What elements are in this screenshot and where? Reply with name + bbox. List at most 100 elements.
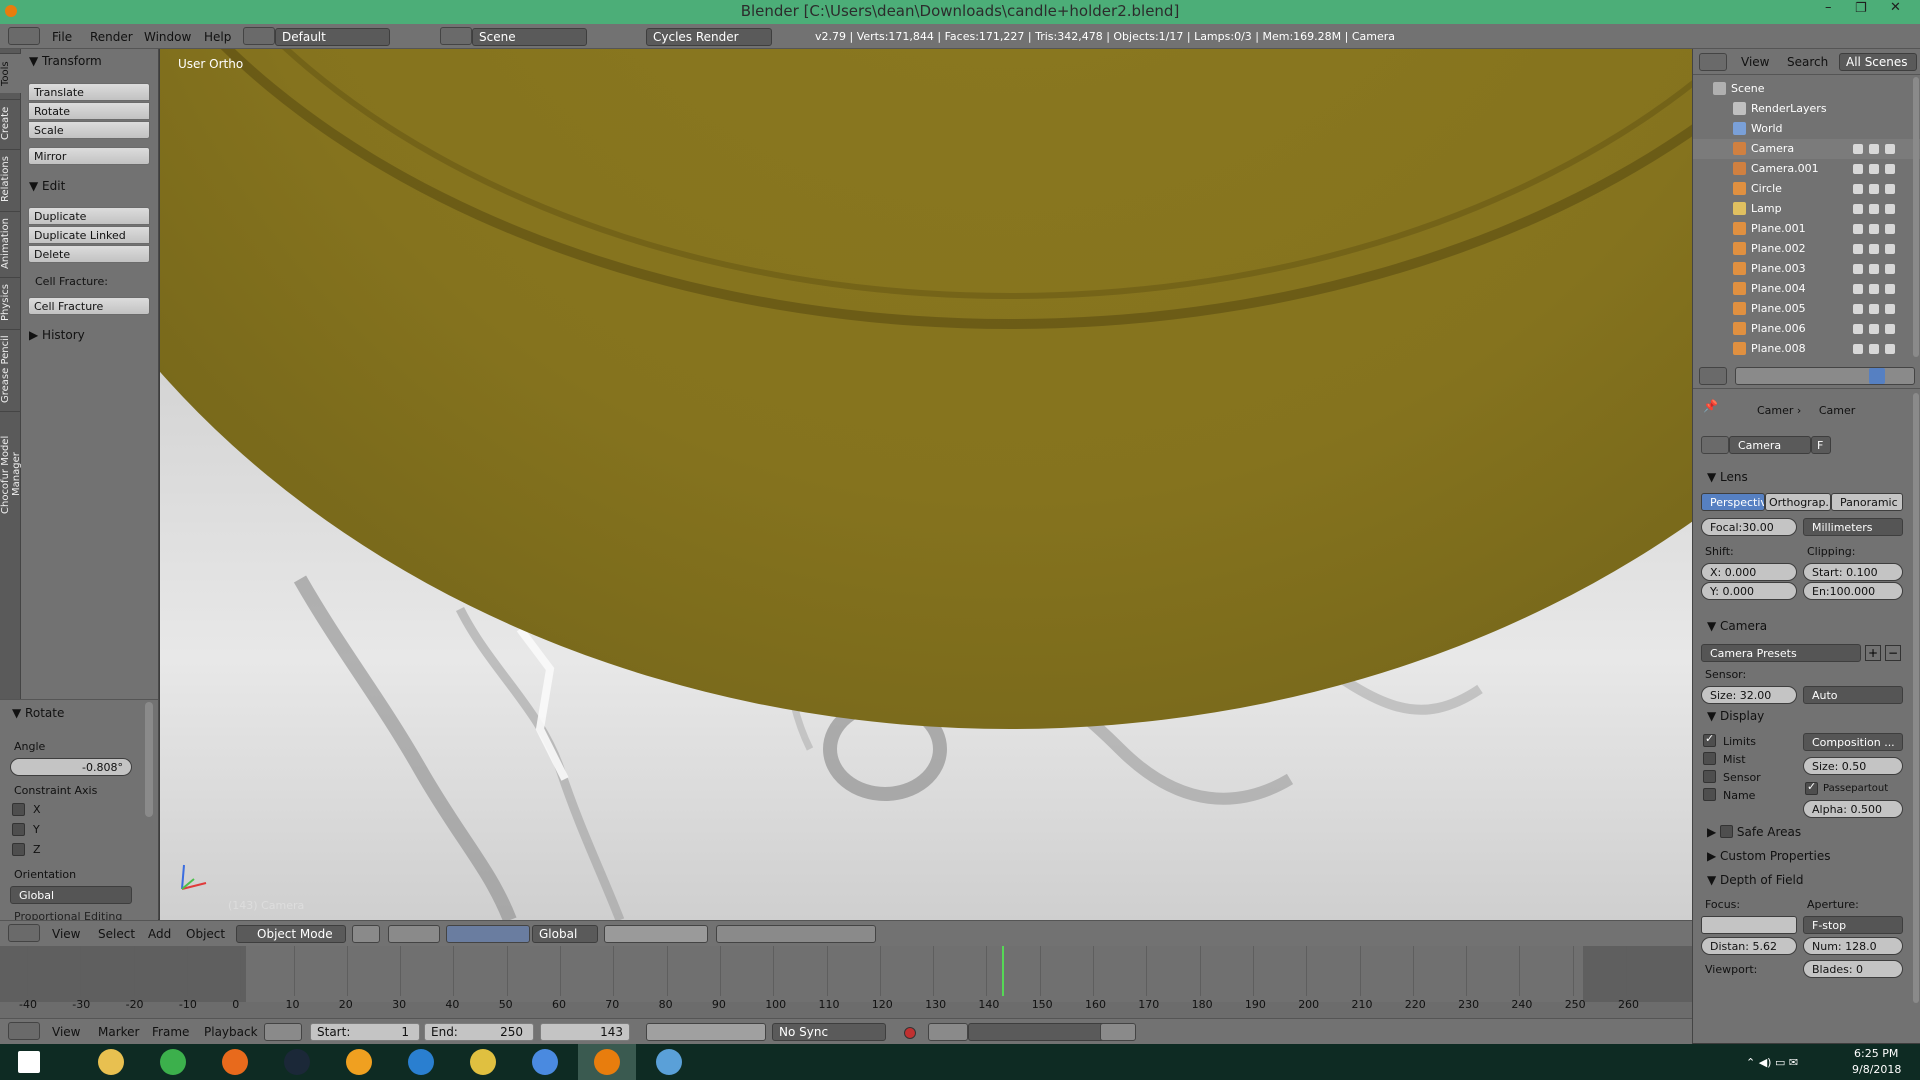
outliner-item-lamp[interactable]: Lamp <box>1693 199 1920 219</box>
shift-x-field[interactable]: X: 0.000 <box>1701 563 1797 581</box>
alpha-field[interactable]: Alpha: 0.500 <box>1803 800 1903 818</box>
timeline-menu-playback[interactable]: Playback <box>204 1025 258 1039</box>
start-frame-field[interactable]: Start: 1 <box>310 1023 420 1041</box>
outliner-menu-search[interactable]: Search <box>1787 55 1828 69</box>
outliner-item-plane-008[interactable]: Plane.008 <box>1693 339 1920 359</box>
menu-help[interactable]: Help <box>204 30 231 44</box>
datablock-browse-icon[interactable] <box>1701 436 1729 454</box>
sensor-size-field[interactable]: Size: 32.00 <box>1701 686 1797 704</box>
focus-object-field[interactable] <box>1701 916 1797 934</box>
cursor-icon[interactable] <box>1869 344 1879 354</box>
transform-orientation-select[interactable]: Global <box>532 925 598 943</box>
remove-preset-icon[interactable]: − <box>1885 645 1901 661</box>
translate-button[interactable]: Translate <box>28 83 150 101</box>
current-frame-field[interactable]: 143 <box>540 1023 630 1041</box>
layout-icon[interactable] <box>243 27 275 45</box>
cursor-icon[interactable] <box>1869 284 1879 294</box>
fake-user-button[interactable]: F <box>1811 436 1831 454</box>
keying-set-field[interactable] <box>968 1023 1108 1041</box>
firefox-icon[interactable] <box>206 1044 264 1080</box>
operator-scrollbar[interactable] <box>145 702 153 817</box>
lens-unit-select[interactable]: Millimeters <box>1803 518 1903 536</box>
edge-icon[interactable] <box>392 1044 450 1080</box>
scene-field[interactable]: Scene <box>472 28 587 46</box>
display-size-field[interactable]: Size: 0.50 <box>1803 757 1903 775</box>
lens-perspective-button[interactable]: Perspective <box>1701 493 1765 511</box>
history-panel-header[interactable]: ▶ History <box>29 328 85 342</box>
tray-icons[interactable]: ⌃ ◀) ▭ ✉ <box>1746 1056 1846 1070</box>
tab-chocofur[interactable]: Chocofur Model Manager <box>0 411 22 537</box>
dof-panel-header[interactable]: ▼ Depth of Field <box>1707 873 1804 887</box>
blades-field[interactable]: Blades: 0 <box>1803 960 1903 978</box>
render-icon[interactable] <box>1885 324 1895 334</box>
outliner-scrollbar[interactable] <box>1913 77 1919 357</box>
record-icon[interactable] <box>904 1027 916 1039</box>
window-app-icon[interactable] <box>640 1044 698 1080</box>
passepartout-checkbox[interactable] <box>1805 780 1818 795</box>
mirror-button[interactable]: Mirror <box>28 147 150 165</box>
timeline-menu-marker[interactable]: Marker <box>98 1025 139 1039</box>
render-icon[interactable] <box>1885 204 1895 214</box>
axis-z-checkbox[interactable] <box>12 843 25 856</box>
mode-select[interactable]: Object Mode <box>236 925 346 943</box>
cursor-icon[interactable] <box>1869 324 1879 334</box>
angle-field[interactable]: -0.808° <box>10 758 132 776</box>
blender-icon[interactable] <box>578 1044 636 1080</box>
menu-select[interactable]: Select <box>98 927 135 941</box>
add-preset-icon[interactable]: + <box>1865 645 1881 661</box>
rotate-button[interactable]: Rotate <box>28 102 150 120</box>
display-mode-select[interactable]: All Scenes <box>1839 53 1917 71</box>
snap-tools-icons[interactable] <box>716 925 876 943</box>
key-tools-icons[interactable] <box>1100 1023 1136 1041</box>
maximize-button[interactable]: ❐ <box>1855 1 1867 16</box>
outliner-editor-icon[interactable] <box>1699 53 1727 71</box>
duplicate-linked-button[interactable]: Duplicate Linked <box>28 226 150 244</box>
eye-icon[interactable] <box>1853 144 1863 154</box>
menu-view[interactable]: View <box>52 927 80 941</box>
safe-areas-panel-header[interactable]: ▶ Safe Areas <box>1707 825 1801 839</box>
layout-field[interactable]: Default <box>275 28 390 46</box>
datablock-name-field[interactable]: Camera <box>1729 436 1811 454</box>
menu-render[interactable]: Render <box>90 30 133 44</box>
chrome-alt-icon[interactable] <box>516 1044 574 1080</box>
current-frame-line[interactable] <box>1002 946 1005 996</box>
cursor-icon[interactable] <box>1869 224 1879 234</box>
menu-object[interactable]: Object <box>186 927 225 941</box>
pivot-icon[interactable] <box>388 925 440 943</box>
timeline-menu-frame[interactable]: Frame <box>152 1025 189 1039</box>
outliner-item-circle[interactable]: Circle <box>1693 179 1920 199</box>
camera-panel-header[interactable]: ▼ Camera <box>1707 619 1767 633</box>
3d-viewport[interactable]: User Ortho (143) Camera <box>160 49 1692 920</box>
context-tabs-icons[interactable] <box>1735 367 1915 385</box>
eye-icon[interactable] <box>1853 164 1863 174</box>
outliner-item-plane-004[interactable]: Plane.004 <box>1693 279 1920 299</box>
half-life-icon[interactable] <box>330 1044 388 1080</box>
clip-start-field[interactable]: Start: 0.100 <box>1803 563 1903 581</box>
menu-window[interactable]: Window <box>144 30 191 44</box>
render-icon[interactable] <box>1885 164 1895 174</box>
manipulator-icons[interactable] <box>446 925 530 943</box>
eye-icon[interactable] <box>1853 304 1863 314</box>
eye-icon[interactable] <box>1853 284 1863 294</box>
keying-icons[interactable] <box>928 1023 968 1041</box>
lens-ortho-button[interactable]: Orthograp... <box>1765 493 1831 511</box>
properties-editor-icon[interactable] <box>1699 367 1727 385</box>
composition-guides-select[interactable]: Composition ... <box>1803 733 1903 751</box>
scale-button[interactable]: Scale <box>28 121 150 139</box>
name-checkbox[interactable] <box>1703 788 1716 801</box>
outliner-item-plane-002[interactable]: Plane.002 <box>1693 239 1920 259</box>
minimize-button[interactable]: – <box>1825 0 1832 15</box>
render-icon[interactable] <box>1885 264 1895 274</box>
transform-panel-header[interactable]: ▼ Transform <box>29 54 102 68</box>
cell-fracture-button[interactable]: Cell Fracture <box>28 297 150 315</box>
render-icon[interactable] <box>1885 184 1895 194</box>
rotate-operator-header[interactable]: ▼ Rotate <box>12 706 64 720</box>
timeline[interactable]: -40 -30 -20 -10 0 10 20 30 40 50 60 70 80 90 100 110 120… <box>0 946 1692 1028</box>
eye-icon[interactable] <box>1853 264 1863 274</box>
preview-range-icon[interactable] <box>264 1023 302 1041</box>
shift-y-field[interactable]: Y: 0.000 <box>1701 582 1797 600</box>
menu-file[interactable]: File <box>52 30 72 44</box>
render-icon[interactable] <box>1885 304 1895 314</box>
mist-checkbox[interactable] <box>1703 752 1716 765</box>
pin-icon[interactable]: 📌 <box>1703 399 1718 413</box>
